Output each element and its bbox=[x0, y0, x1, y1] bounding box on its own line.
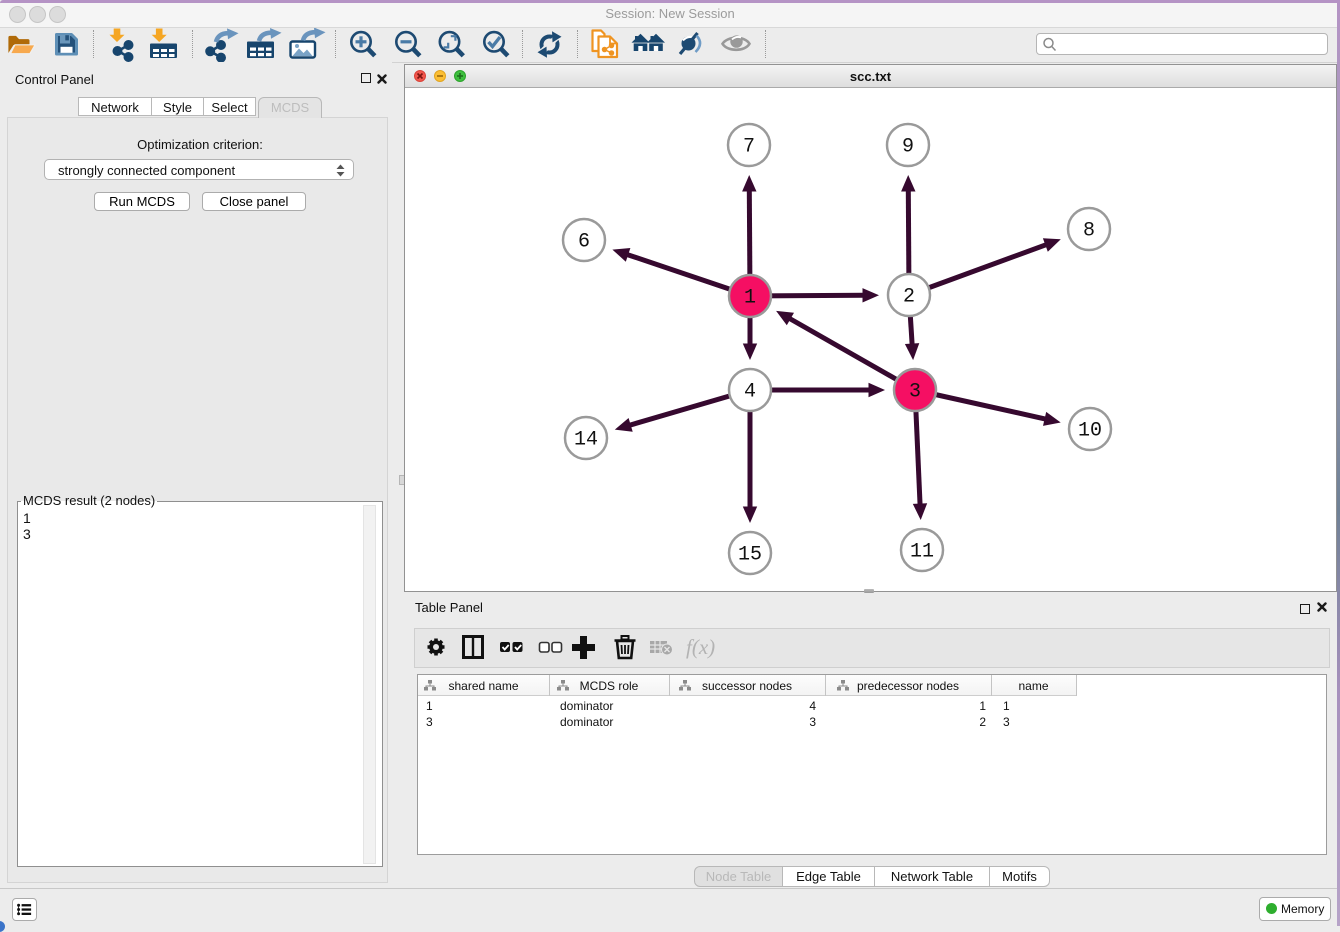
svg-text:2: 2 bbox=[903, 286, 915, 309]
svg-text:11: 11 bbox=[910, 541, 934, 564]
svg-text:1: 1 bbox=[744, 287, 756, 310]
svg-text:10: 10 bbox=[1078, 420, 1102, 443]
svg-text:14: 14 bbox=[574, 429, 598, 452]
svg-text:15: 15 bbox=[738, 544, 762, 567]
svg-text:6: 6 bbox=[578, 231, 590, 254]
svg-text:9: 9 bbox=[902, 136, 914, 159]
svg-text:4: 4 bbox=[744, 381, 756, 404]
svg-text:7: 7 bbox=[743, 136, 755, 159]
svg-text:8: 8 bbox=[1083, 220, 1095, 243]
svg-text:f(x): f(x) bbox=[686, 635, 715, 659]
svg-text:3: 3 bbox=[909, 381, 921, 404]
